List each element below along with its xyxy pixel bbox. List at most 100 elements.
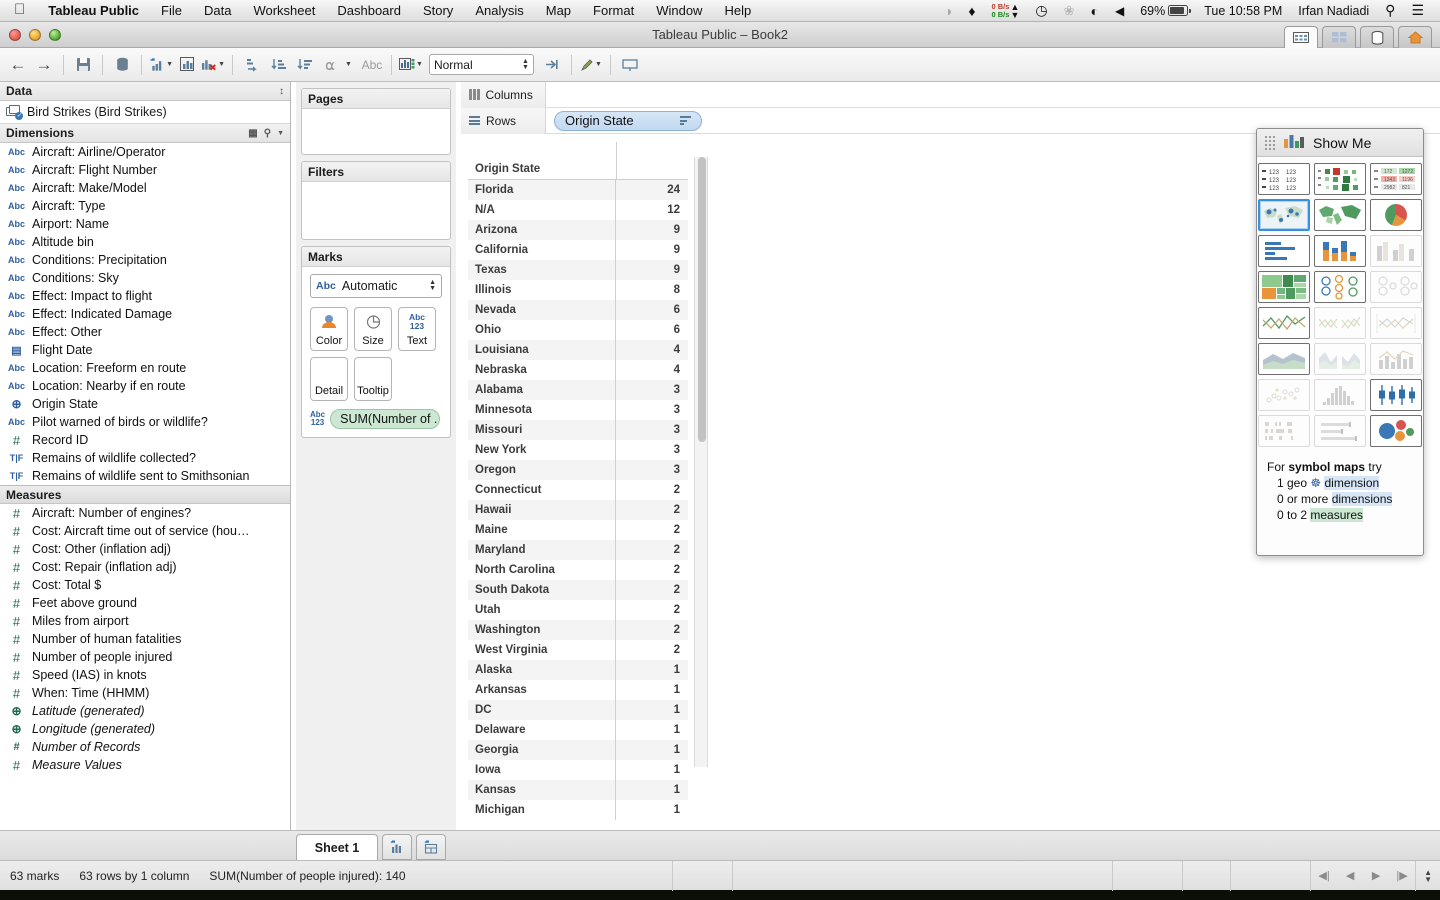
- dropbox-icon[interactable]: ◑: [936, 3, 960, 19]
- table-row[interactable]: Alaska 1: [468, 660, 688, 680]
- time-machine-icon[interactable]: ◷: [1027, 2, 1055, 19]
- columns-shelf[interactable]: Columns: [461, 81, 1440, 108]
- dimension-field[interactable]: ▤ Flight Date: [0, 341, 290, 359]
- menu-map[interactable]: Map: [535, 3, 582, 18]
- back-button[interactable]: ←: [6, 53, 30, 77]
- tooltip-shelf[interactable]: Tooltip: [354, 357, 392, 401]
- fix-axes-button[interactable]: [540, 53, 564, 77]
- show-me-circle-views[interactable]: [1314, 271, 1366, 303]
- menu-story[interactable]: Story: [412, 3, 464, 18]
- show-me-lines-discrete[interactable]: [1314, 307, 1366, 339]
- show-me-dual-combination[interactable]: [1370, 343, 1422, 375]
- table-row[interactable]: Connecticut 2: [468, 480, 688, 500]
- show-me-dual-lines[interactable]: [1370, 307, 1422, 339]
- table-row[interactable]: Utah 2: [468, 600, 688, 620]
- stepper-icon[interactable]: ▲ ▼: [522, 58, 529, 71]
- sort-ascending-button[interactable]: [266, 53, 290, 77]
- table-row[interactable]: Georgia 1: [468, 740, 688, 760]
- chevron-down-icon[interactable]: ▼: [166, 61, 173, 68]
- dimension-field[interactable]: Abc Pilot warned of birds or wildlife?: [0, 413, 290, 431]
- dimension-field[interactable]: Abc Conditions: Precipitation: [0, 251, 290, 269]
- volume-icon[interactable]: ◀: [1107, 4, 1132, 18]
- highlight-button[interactable]: ⍺: [318, 53, 342, 77]
- menu-window[interactable]: Window: [645, 3, 713, 18]
- resize-handle-icon[interactable]: ▲ ▼: [1416, 868, 1440, 883]
- data-pane-collapse-icon[interactable]: ↕: [279, 86, 284, 97]
- sort-icon[interactable]: [680, 116, 691, 125]
- dimension-field[interactable]: T|F Remains of wildlife sent to Smithsoni…: [0, 467, 290, 485]
- show-me-horizontal-bars[interactable]: [1258, 235, 1310, 267]
- table-row[interactable]: Oregon 3: [468, 460, 688, 480]
- table-row[interactable]: Missouri 3: [468, 420, 688, 440]
- detail-shelf[interactable]: Detail: [310, 357, 348, 401]
- chevron-down-icon[interactable]: ▼: [218, 61, 225, 68]
- table-row[interactable]: California 9: [468, 240, 688, 260]
- dimension-field[interactable]: Abc Aircraft: Flight Number: [0, 161, 290, 179]
- table-row[interactable]: Washington 2: [468, 620, 688, 640]
- sort-descending-button[interactable]: [292, 53, 316, 77]
- show-me-panel[interactable]: Show Me 123 123 123 123 123 123 172 1272 1343 119…: [1256, 128, 1424, 556]
- measure-field[interactable]: # Feet above ground: [0, 594, 290, 612]
- menu-analysis[interactable]: Analysis: [464, 3, 534, 18]
- close-button[interactable]: [9, 28, 21, 41]
- measure-field[interactable]: # Measure Values: [0, 756, 290, 774]
- dimension-field[interactable]: Abc Effect: Other: [0, 323, 290, 341]
- dimension-field[interactable]: ⊕ Origin State: [0, 395, 290, 413]
- dimension-field[interactable]: Abc Effect: Indicated Damage: [0, 305, 290, 323]
- show-me-text-table[interactable]: 123 123 123 123 123 123: [1258, 163, 1310, 195]
- duplicate-sheet-button[interactable]: [175, 53, 199, 77]
- show-me-symbol-map[interactable]: [1258, 199, 1310, 231]
- tab-home-view[interactable]: [1398, 26, 1432, 48]
- viz-vertical-scrollbar[interactable]: [694, 157, 708, 767]
- table-row[interactable]: Michigan 1: [468, 800, 688, 820]
- first-page-button[interactable]: ◀|: [1311, 861, 1337, 891]
- format-button[interactable]: ▼: [579, 53, 603, 77]
- datasource-item[interactable]: ✓ Bird Strikes (Bird Strikes): [0, 101, 290, 124]
- table-row[interactable]: Iowa 1: [468, 760, 688, 780]
- table-row[interactable]: Florida 24: [468, 180, 688, 200]
- new-worksheet-button-bottom[interactable]: [382, 834, 412, 860]
- measure-field[interactable]: ⊕ Latitude (generated): [0, 702, 290, 720]
- columns-drop-zone[interactable]: [546, 82, 1440, 108]
- color-shelf[interactable]: Color: [310, 307, 348, 351]
- fortress-icon[interactable]: ♦: [960, 3, 983, 19]
- show-me-packed-bubbles[interactable]: [1370, 415, 1422, 447]
- sheet-tab-sheet1[interactable]: Sheet 1: [296, 834, 378, 860]
- table-row[interactable]: Delaware 1: [468, 720, 688, 740]
- filters-drop-zone[interactable]: [302, 182, 450, 239]
- table-row[interactable]: Maine 2: [468, 520, 688, 540]
- minimize-button[interactable]: [29, 28, 41, 41]
- show-me-histogram[interactable]: [1314, 379, 1366, 411]
- show-me-pie-chart[interactable]: [1370, 199, 1422, 231]
- search-icon[interactable]: ⚲: [1377, 2, 1403, 19]
- swap-rows-columns-button[interactable]: [240, 53, 264, 77]
- show-me-heat-map[interactable]: [1314, 163, 1366, 195]
- table-row[interactable]: Arizona 9: [468, 220, 688, 240]
- dimension-field[interactable]: Abc Effect: Impact to flight: [0, 287, 290, 305]
- dimension-field[interactable]: Abc Aircraft: Make/Model: [0, 179, 290, 197]
- show-me-scatter-plot[interactable]: [1258, 379, 1310, 411]
- next-page-button[interactable]: ▶: [1363, 861, 1389, 891]
- menu-help[interactable]: Help: [713, 3, 762, 18]
- table-row[interactable]: Maryland 2: [468, 540, 688, 560]
- clock[interactable]: Tue 10:58 PM: [1196, 4, 1290, 18]
- table-row[interactable]: Minnesota 3: [468, 400, 688, 420]
- fit-selector[interactable]: Normal ▲ ▼: [428, 54, 534, 75]
- dimension-field[interactable]: Abc Conditions: Sky: [0, 269, 290, 287]
- notification-center-icon[interactable]: ☰: [1403, 2, 1432, 19]
- dimension-field[interactable]: Abc Airport: Name: [0, 215, 290, 233]
- show-me-treemap[interactable]: [1258, 271, 1310, 303]
- show-me-lines-continuous[interactable]: [1258, 307, 1310, 339]
- apple-icon[interactable]: : [0, 2, 37, 17]
- user-account[interactable]: Irfan Nadiadi: [1290, 4, 1377, 18]
- show-me-bullet-graph[interactable]: [1314, 415, 1366, 447]
- dimension-field[interactable]: T|F Remains of wildlife collected?: [0, 449, 290, 467]
- marks-type-selector[interactable]: Abc Automatic ▲ ▼: [310, 274, 442, 298]
- tab-dashboard-view[interactable]: [1322, 26, 1356, 48]
- chevron-down-icon[interactable]: ▼: [277, 130, 284, 137]
- drag-grip-icon[interactable]: [1265, 135, 1275, 150]
- pages-drop-zone[interactable]: [302, 109, 450, 154]
- show-me-gantt[interactable]: [1258, 415, 1310, 447]
- last-page-button[interactable]: |▶: [1389, 861, 1415, 891]
- battery-indicator[interactable]: 69%: [1132, 4, 1196, 18]
